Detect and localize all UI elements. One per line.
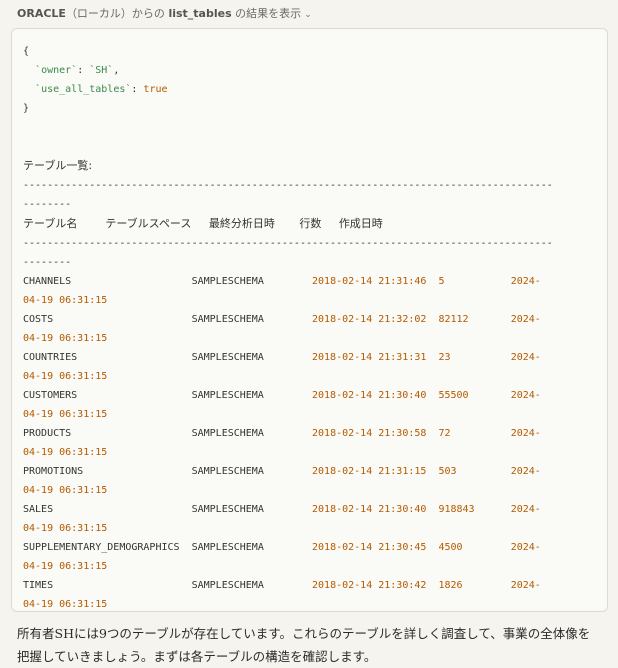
request-value-use-all-tables: true <box>143 84 168 95</box>
header-suffix: の結果を表示 <box>235 7 302 20</box>
tool-result-header[interactable]: ORACLE（ローカル）からの list_tables の結果を表示 ⌄ <box>17 7 312 22</box>
col-last-analyzed: 最終分析日時 <box>208 217 275 230</box>
table-row: TIMES SAMPLESCHEMA 2018-02-14 21:30:42 1… <box>23 580 541 610</box>
source-name: ORACLE <box>17 7 66 20</box>
table-row: PRODUCTS SAMPLESCHEMA 2018-02-14 21:30:5… <box>23 428 541 458</box>
table-row: CHANNELS SAMPLESCHEMA 2018-02-14 21:31:4… <box>23 276 541 306</box>
column-header-row: テーブル名 テーブルスペース 最終分析日時 行数 作成日時 <box>23 217 383 230</box>
col-created: 作成日時 <box>338 217 383 230</box>
request-key-use-all-tables: `use_all_tables` <box>35 84 132 95</box>
table-row: SALES SAMPLESCHEMA 2018-02-14 21:30:40 9… <box>23 504 541 534</box>
request-open-brace: { <box>23 46 30 57</box>
request-value-owner: `SH` <box>89 65 114 76</box>
separator-mid-a: ----------------------------------------… <box>23 238 553 249</box>
table-row: COUNTRIES SAMPLESCHEMA 2018-02-14 21:31:… <box>23 352 541 382</box>
assistant-message: 所有者SHには9つのテーブルが存在しています。これらのテーブルを詳しく調査して、… <box>17 626 591 664</box>
col-tablespace: テーブルスペース <box>105 217 192 230</box>
request-key-owner: `owner` <box>35 65 78 76</box>
tool-name: list_tables <box>168 7 232 20</box>
result-output: { `owner`: `SH`, `use_all_tables`: true … <box>23 46 553 610</box>
col-row-count: 行数 <box>299 217 322 230</box>
source-note: （ローカル）からの <box>65 7 165 20</box>
separator-mid-b: -------- <box>23 257 72 268</box>
table-row: SUPPLEMENTARY_DEMOGRAPHICS SAMPLESCHEMA … <box>23 542 541 572</box>
separator-top-b: -------- <box>23 199 72 210</box>
separator-top-a: ----------------------------------------… <box>23 180 553 191</box>
request-close-brace: } <box>23 103 30 114</box>
col-table-name: テーブル名 <box>23 217 78 230</box>
tool-result-panel: { `owner`: `SH`, `use_all_tables`: true … <box>11 28 608 612</box>
result-title: テーブル一覧: <box>23 159 93 172</box>
chevron-down-icon[interactable]: ⌄ <box>304 10 312 20</box>
table-row: PROMOTIONS SAMPLESCHEMA 2018-02-14 21:31… <box>23 466 541 496</box>
table-row: COSTS SAMPLESCHEMA 2018-02-14 21:32:02 8… <box>23 314 541 344</box>
table-row: CUSTOMERS SAMPLESCHEMA 2018-02-14 21:30:… <box>23 390 541 420</box>
